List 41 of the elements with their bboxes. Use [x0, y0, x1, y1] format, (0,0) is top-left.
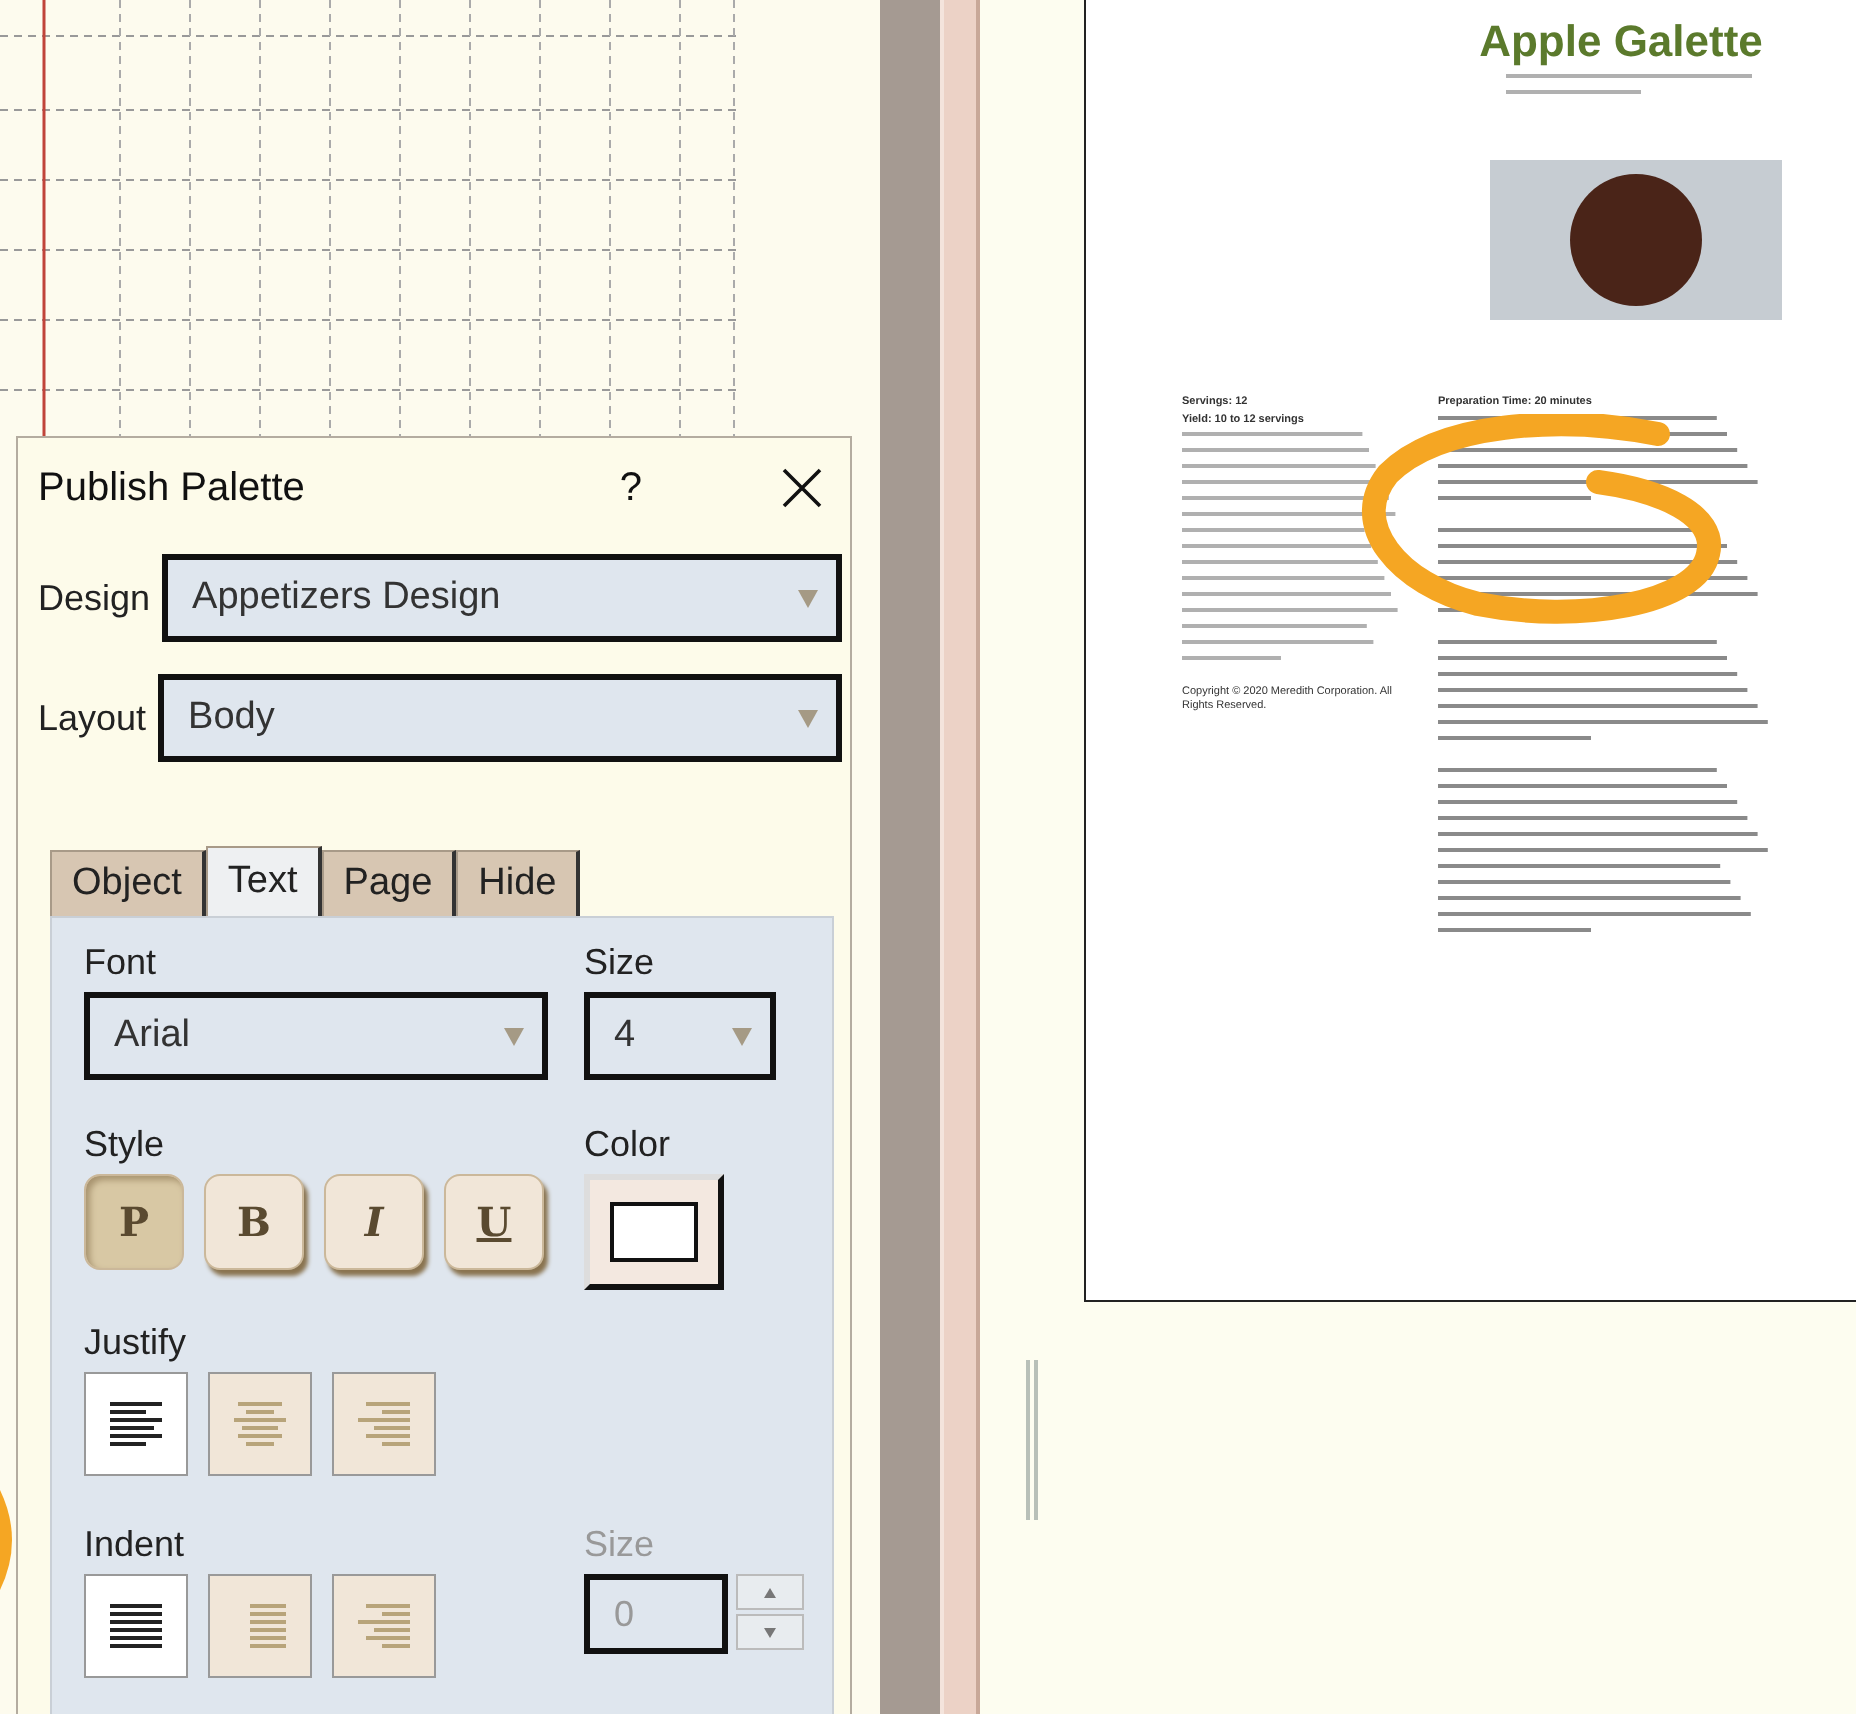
align-right-icon [358, 1398, 410, 1450]
style-button[interactable]: I [324, 1174, 424, 1270]
align-none-icon [110, 1600, 162, 1652]
help-button[interactable]: ? [619, 465, 642, 511]
close-icon[interactable] [778, 464, 826, 512]
font-label: Font [84, 942, 159, 984]
color-swatch[interactable] [584, 1174, 724, 1290]
style-label: Style [84, 1124, 167, 1166]
style-button[interactable]: P [84, 1174, 184, 1270]
design-dropdown[interactable]: Appetizers Design [162, 554, 842, 642]
tab[interactable]: Text [205, 846, 322, 916]
design-label: Design [38, 577, 151, 619]
dropdown-arrow-icon [796, 586, 820, 610]
indent-label: Indent [84, 1524, 187, 1566]
spin-up-button[interactable] [736, 1574, 804, 1610]
down-arrow-icon [764, 1627, 776, 1637]
style-button[interactable]: U [444, 1174, 544, 1270]
spin-down-button[interactable] [736, 1614, 804, 1650]
dropdown-arrow-icon [730, 1024, 754, 1048]
justify-label: Justify [84, 1322, 189, 1364]
up-arrow-icon [764, 1587, 776, 1597]
color-label: Color [584, 1124, 673, 1166]
align-center-icon [234, 1398, 286, 1450]
size-dropdown[interactable]: 4 [584, 992, 776, 1080]
align-left-icon [110, 1398, 162, 1450]
palette-title: Publish Palette [38, 465, 307, 511]
layout-label: Layout [38, 697, 147, 739]
justify-button[interactable] [84, 1372, 188, 1476]
dropdown-arrow-icon [796, 706, 820, 730]
size-label: Size [584, 942, 657, 984]
splitter-handle[interactable] [1024, 1360, 1040, 1520]
layout-dropdown[interactable]: Body [158, 674, 842, 762]
tab[interactable]: Object [50, 850, 206, 916]
tab[interactable]: Page [321, 850, 457, 916]
dropdown-arrow-icon [502, 1024, 526, 1048]
recipe-title: Apple Galette [1477, 14, 1765, 68]
indent-size-label: Size [584, 1524, 657, 1566]
align-right-icon [358, 1600, 410, 1652]
style-button[interactable]: B [204, 1174, 304, 1270]
font-dropdown[interactable]: Arial [84, 992, 548, 1080]
tab[interactable]: Hide [456, 850, 581, 916]
